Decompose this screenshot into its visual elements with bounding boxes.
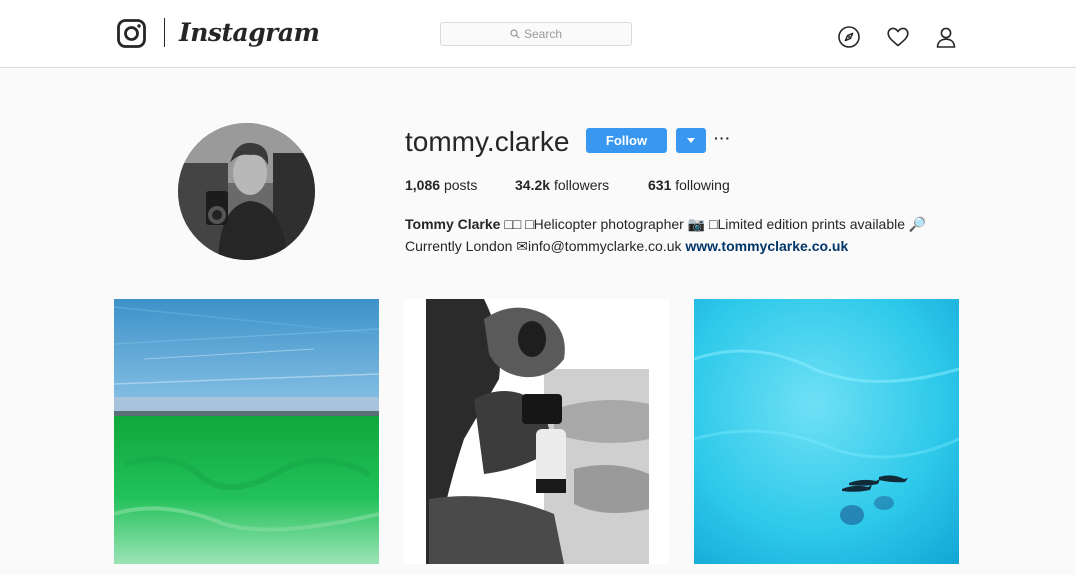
post-thumbnail-1[interactable]: [114, 299, 379, 564]
avatar-photo: [178, 123, 315, 260]
bio-description: □□ □Helicopter photographer 📷 □Limited e…: [500, 216, 927, 232]
posts-count: 1,086: [405, 177, 441, 193]
explore-compass-icon[interactable]: [837, 25, 861, 49]
followers-count: 34.2k: [515, 177, 551, 193]
bio-full-name: Tommy Clarke: [405, 216, 501, 232]
post-thumbnail-3[interactable]: [694, 299, 959, 564]
post-thumbnail-2[interactable]: [404, 299, 669, 564]
search-icon: [510, 29, 520, 39]
aerial-dolphins-photo: [694, 299, 959, 564]
followers-label: followers: [553, 177, 610, 193]
follow-button[interactable]: Follow: [586, 128, 667, 153]
caret-down-icon: [687, 138, 695, 143]
following-count: 631: [648, 177, 672, 193]
profile-bio: Tommy Clarke □□ □Helicopter photographer…: [405, 213, 965, 257]
bio-line-1: Tommy Clarke □□ □Helicopter photographer…: [405, 213, 965, 235]
top-navigation-bar: Instagram Search: [0, 0, 1076, 68]
brand-divider: [164, 18, 165, 47]
suggested-accounts-dropdown-button[interactable]: [676, 128, 706, 153]
more-options-button[interactable]: ···: [714, 131, 734, 148]
photographer-portrait-photo: [404, 299, 669, 564]
instagram-wordmark-logo[interactable]: Instagram: [179, 16, 320, 50]
following-count-stat[interactable]: 631 following: [648, 176, 730, 194]
profile-username: tommy.clarke: [405, 126, 570, 157]
search-input[interactable]: Search: [440, 22, 632, 46]
followers-count-stat[interactable]: 34.2k followers: [515, 176, 609, 194]
bio-website-link[interactable]: www.tommyclarke.co.uk: [685, 238, 848, 254]
activity-heart-icon[interactable]: [886, 25, 910, 49]
search-placeholder: Search: [523, 27, 563, 41]
posts-count-stat: 1,086 posts: [405, 176, 477, 194]
aerial-coast-photo: [114, 299, 379, 564]
profile-person-icon[interactable]: [934, 25, 958, 49]
following-label: following: [675, 177, 730, 193]
profile-avatar[interactable]: [178, 123, 315, 260]
bio-contact: Currently London ✉info@tommyclarke.co.uk: [405, 238, 686, 254]
posts-label: posts: [443, 177, 478, 193]
bio-line-2: Currently London ✉info@tommyclarke.co.uk…: [405, 235, 965, 257]
instagram-camera-icon[interactable]: [117, 19, 146, 48]
